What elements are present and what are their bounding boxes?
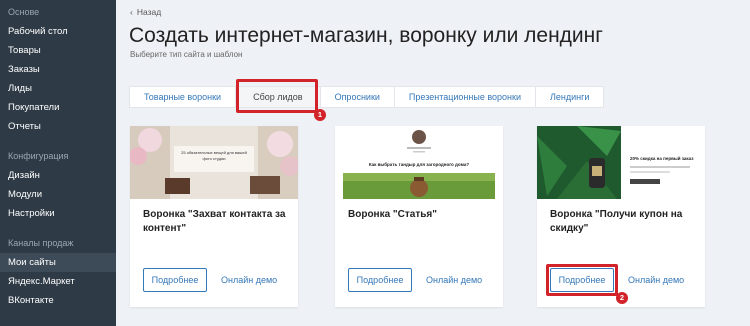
sidebar-item-orders[interactable]: Заказы xyxy=(0,60,116,79)
page-subtitle: Выберите тип сайта и шаблон xyxy=(130,50,243,59)
thumbnail-caption: 20% скидка на первый заказ xyxy=(630,156,694,161)
template-tabs: Товарные воронки Сбор лидов Опросники Пр… xyxy=(129,86,605,108)
tab-product-funnels[interactable]: Товарные воронки xyxy=(130,87,237,107)
sidebar-item-products[interactable]: Товары xyxy=(0,41,116,60)
sidebar-item-leads[interactable]: Лиды xyxy=(0,79,116,98)
sidebar: Основе Рабочий стол Товары Заказы Лиды П… xyxy=(0,0,116,326)
template-thumbnail: 20% скидка на первый заказ xyxy=(537,126,705,199)
online-demo-link[interactable]: Онлайн демо xyxy=(221,275,277,285)
step-badge-1: 1 xyxy=(314,109,326,121)
template-name: Воронка "Захват контакта за контент" xyxy=(143,209,286,234)
tab-surveys[interactable]: Опросники xyxy=(321,87,395,107)
chevron-left-icon: ‹ xyxy=(130,7,133,17)
template-card: Как выбрать тандыр для загородного дома?… xyxy=(335,126,503,307)
template-name: Воронка "Получи купон на скидку" xyxy=(550,209,683,234)
sidebar-item-yandex-market[interactable]: Яндекс.Маркет xyxy=(0,272,116,291)
template-name: Воронка "Статья" xyxy=(348,209,437,220)
details-button[interactable]: Подробнее xyxy=(143,268,207,292)
sidebar-section-title: Конфигурация xyxy=(8,151,69,161)
sidebar-item-customers[interactable]: Покупатели xyxy=(0,98,116,117)
sidebar-item-my-sites[interactable]: Мои сайты xyxy=(0,253,116,272)
sidebar-section-title: Основе xyxy=(8,7,40,17)
sidebar-item-settings[interactable]: Настройки xyxy=(0,204,116,223)
step-badge-2: 2 xyxy=(616,292,628,304)
tab-presentation-funnels[interactable]: Презентационные воронки xyxy=(395,87,536,107)
template-card: 25 обязательных вещей для вашей фото сту… xyxy=(130,126,298,307)
online-demo-link[interactable]: Онлайн демо xyxy=(426,275,482,285)
back-label: Назад xyxy=(136,7,162,17)
sidebar-item-design[interactable]: Дизайн xyxy=(0,166,116,185)
sidebar-section-title: Каналы продаж xyxy=(8,238,74,248)
main-content: ‹ Назад Создать интернет-магазин, воронку… xyxy=(116,0,750,326)
thumbnail-caption: Как выбрать тандыр для загородного дома? xyxy=(368,162,470,167)
template-thumbnail: Как выбрать тандыр для загородного дома? xyxy=(335,126,503,199)
page-title: Создать интернет-магазин, воронку или ле… xyxy=(129,24,603,47)
button-highlight-frame xyxy=(546,264,618,296)
template-thumbnail: 25 обязательных вещей для вашей фото сту… xyxy=(130,126,298,199)
tab-landings[interactable]: Лендинги xyxy=(536,87,603,107)
details-button[interactable]: Подробнее xyxy=(348,268,412,292)
back-link[interactable]: ‹ Назад xyxy=(130,7,161,17)
sidebar-item-vkontakte[interactable]: ВКонтакте xyxy=(0,291,116,310)
sidebar-item-dashboard[interactable]: Рабочий стол xyxy=(0,22,116,41)
online-demo-link[interactable]: Онлайн демо xyxy=(628,275,684,285)
thumbnail-caption: 25 обязательных вещей для вашей фото сту… xyxy=(181,150,247,161)
sidebar-item-modules[interactable]: Модули xyxy=(0,185,116,204)
tab-highlight-frame xyxy=(236,79,318,113)
sidebar-item-reports[interactable]: Отчеты xyxy=(0,117,116,136)
